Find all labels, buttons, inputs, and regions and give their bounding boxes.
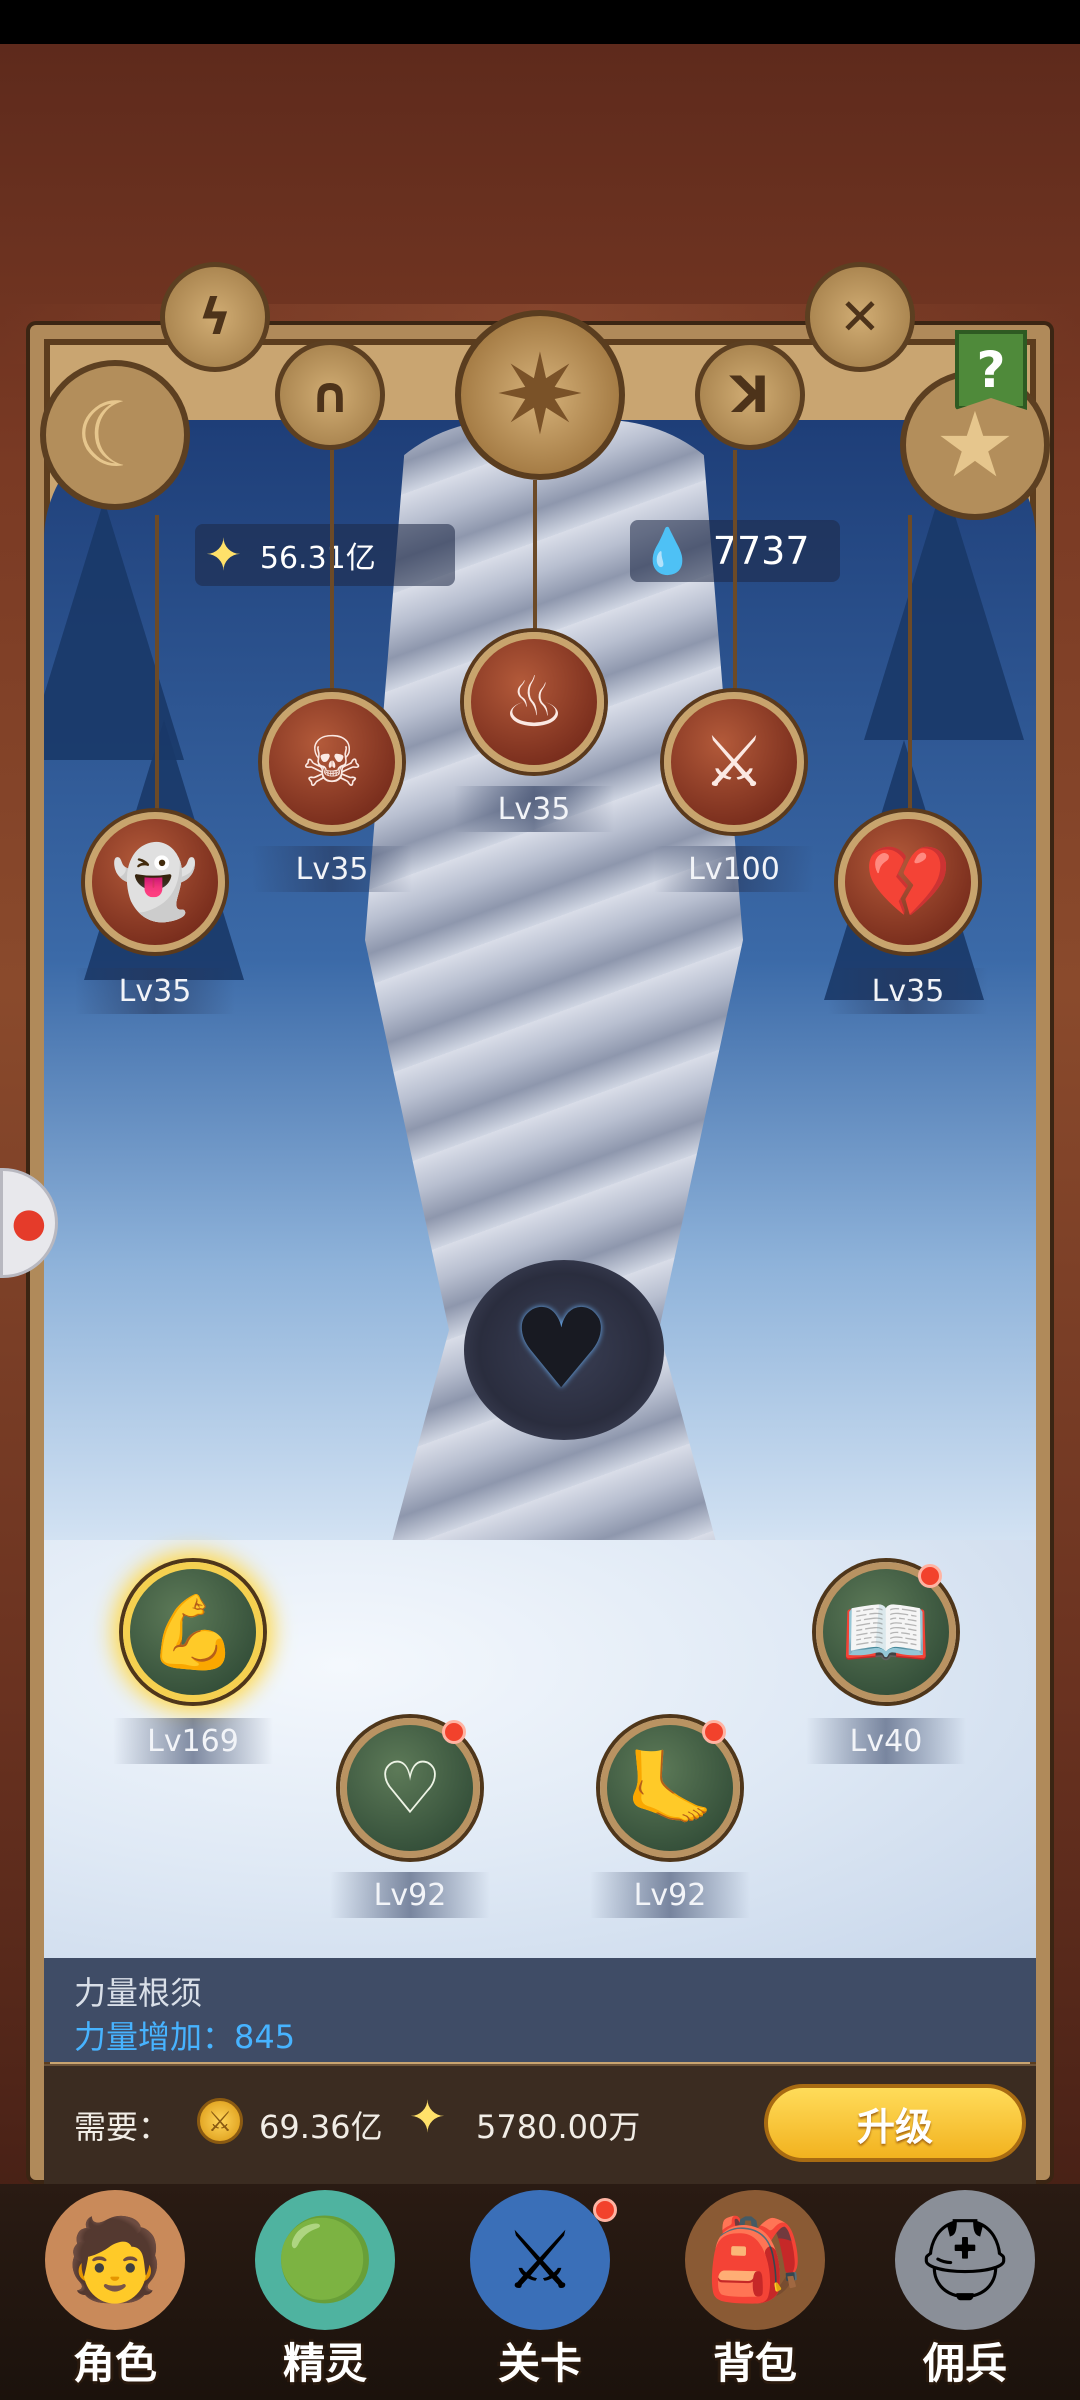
skill-info-panel: 力量根须 力量增加：845 — [44, 1958, 1036, 2062]
swift-foot-icon: 🦶 — [625, 1745, 715, 1830]
world-tree-trunk — [344, 420, 764, 1720]
nav-label: 佣兵 — [922, 2339, 1007, 2388]
rope — [733, 450, 737, 690]
skill-level: Lv100 — [654, 846, 814, 892]
skill-node-strength-arm[interactable]: 💪 — [123, 1562, 263, 1702]
stars-resource: ✦ 56.31亿 — [195, 524, 455, 586]
demon-skull-icon: ☠ — [300, 721, 364, 803]
rune-icon: ∩ — [275, 340, 385, 450]
nav-label: 背包 — [712, 2339, 797, 2388]
skill-level: Lv40 — [806, 1718, 966, 1764]
skill-effect: 力量增加：845 — [74, 2018, 296, 2056]
rune-icon: ꓘ — [695, 340, 805, 450]
rope — [533, 480, 537, 630]
skill-level: Lv169 — [113, 1718, 273, 1764]
skill-node-flame-crest[interactable]: ♨ — [464, 632, 604, 772]
skill-level: Lv35 — [828, 968, 988, 1014]
knight-helmet-icon: ⛑ — [895, 2190, 1035, 2330]
broken-sword-icon: ⚔ — [702, 721, 766, 803]
skill-level: Lv35 — [252, 846, 412, 892]
help-button[interactable]: ? — [955, 330, 1027, 410]
skill-node-broken-sword[interactable]: ⚔ — [664, 692, 804, 832]
nav-label: 关卡 — [497, 2339, 582, 2388]
nav-label: 精灵 — [282, 2339, 367, 2388]
stage-gate-icon: ⚔ — [470, 2190, 610, 2330]
heart-icon: ♡ — [377, 1746, 443, 1830]
rune-icon: ϟ — [160, 262, 270, 372]
notification-badge — [918, 1564, 942, 1588]
skill-name: 力量根须 — [74, 1974, 203, 2012]
water-drop-icon: 💧 — [640, 526, 695, 577]
skill-level: Lv35 — [75, 968, 235, 1014]
skill-node-ghost[interactable]: 👻 — [85, 812, 225, 952]
nav-backpack[interactable]: 🎒 背包 — [660, 2190, 850, 2400]
notification-badge — [442, 1720, 466, 1744]
moon-rune-icon: ☾ — [40, 360, 190, 510]
rope — [330, 450, 334, 690]
notification-badge — [593, 2198, 617, 2222]
skill-node-broken-heart[interactable]: 💔 — [838, 812, 978, 952]
gold-cost: 69.36亿 — [259, 2108, 383, 2146]
gold-coin-icon: ⚔ — [197, 2098, 243, 2144]
sparkle-icon: ✦ — [205, 529, 242, 581]
sun-emblem-icon: ✷ — [455, 310, 625, 480]
broken-heart-icon: 💔 — [864, 840, 952, 923]
stars-value: 56.31亿 — [259, 541, 376, 576]
upgrade-button[interactable]: 升级 — [764, 2084, 1026, 2162]
water-value: 7737 — [712, 529, 810, 573]
rune-icon: ✕ — [805, 262, 915, 372]
sparkle-icon: ✦ — [409, 2092, 446, 2143]
tree-heart-core[interactable]: ♥ — [464, 1260, 664, 1440]
backpack-icon: 🎒 — [685, 2190, 825, 2330]
nav-label: 角色 — [72, 2339, 157, 2388]
skill-level: Lv92 — [330, 1872, 490, 1918]
spell-book-icon: 📖 — [841, 1589, 931, 1674]
skill-level: Lv92 — [590, 1872, 750, 1918]
flame-crest-icon: ♨ — [502, 661, 566, 743]
need-label: 需要： — [74, 2108, 171, 2146]
nav-stage[interactable]: ⚔ 关卡 — [445, 2190, 635, 2400]
skill-node-demon-skull[interactable]: ☠ — [262, 692, 402, 832]
upgrade-cost-bar: 需要： ⚔ 69.36亿 ✦ 5780.00万 升级 — [44, 2064, 1036, 2184]
status-bar — [0, 0, 1080, 44]
rope — [155, 515, 159, 815]
rope — [908, 515, 912, 815]
spirit-icon: 🟢 — [255, 2190, 395, 2330]
dark-heart-icon: ♥ — [512, 1285, 611, 1413]
skill-level: Lv35 — [454, 786, 614, 832]
nav-mercenary[interactable]: ⛑ 佣兵 — [870, 2190, 1060, 2400]
stars-cost: 5780.00万 — [476, 2108, 641, 2146]
nav-character[interactable]: 🧑 角色 — [20, 2190, 210, 2400]
notification-badge — [702, 1720, 726, 1744]
nav-spirit[interactable]: 🟢 精灵 — [230, 2190, 420, 2400]
ghost-icon: 👻 — [111, 840, 199, 923]
pine-tree — [864, 480, 1024, 740]
character-portrait-icon: 🧑 — [45, 2190, 185, 2330]
strength-arm-icon: 💪 — [148, 1589, 238, 1674]
